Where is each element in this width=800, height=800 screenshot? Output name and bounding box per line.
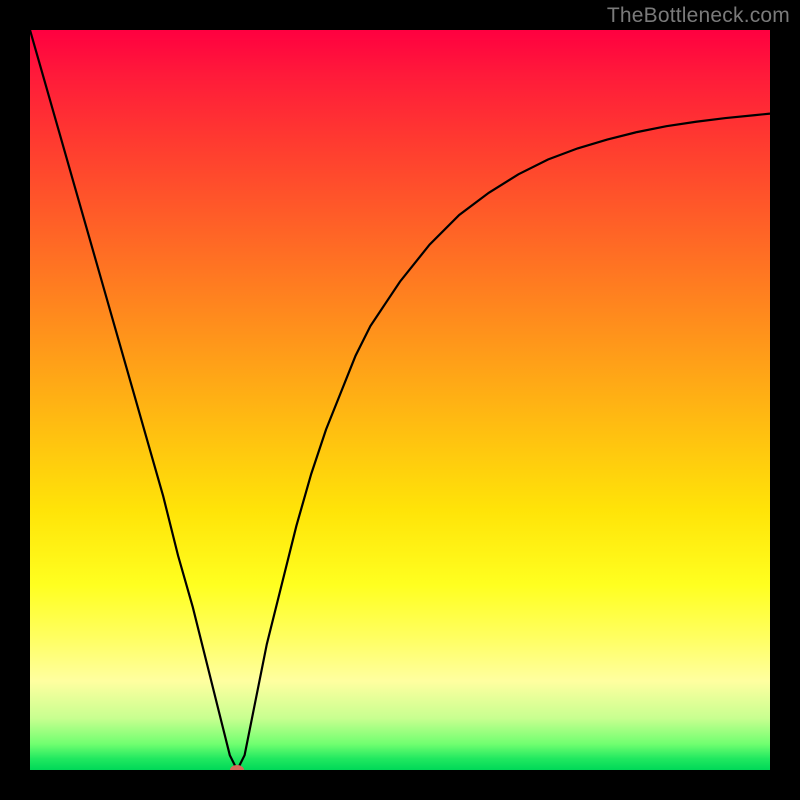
minimum-marker [230, 765, 244, 770]
chart-frame: TheBottleneck.com [0, 0, 800, 800]
watermark-text: TheBottleneck.com [607, 4, 790, 28]
bottleneck-curve [30, 30, 770, 770]
curve-line [30, 30, 770, 770]
plot-area [30, 30, 770, 770]
